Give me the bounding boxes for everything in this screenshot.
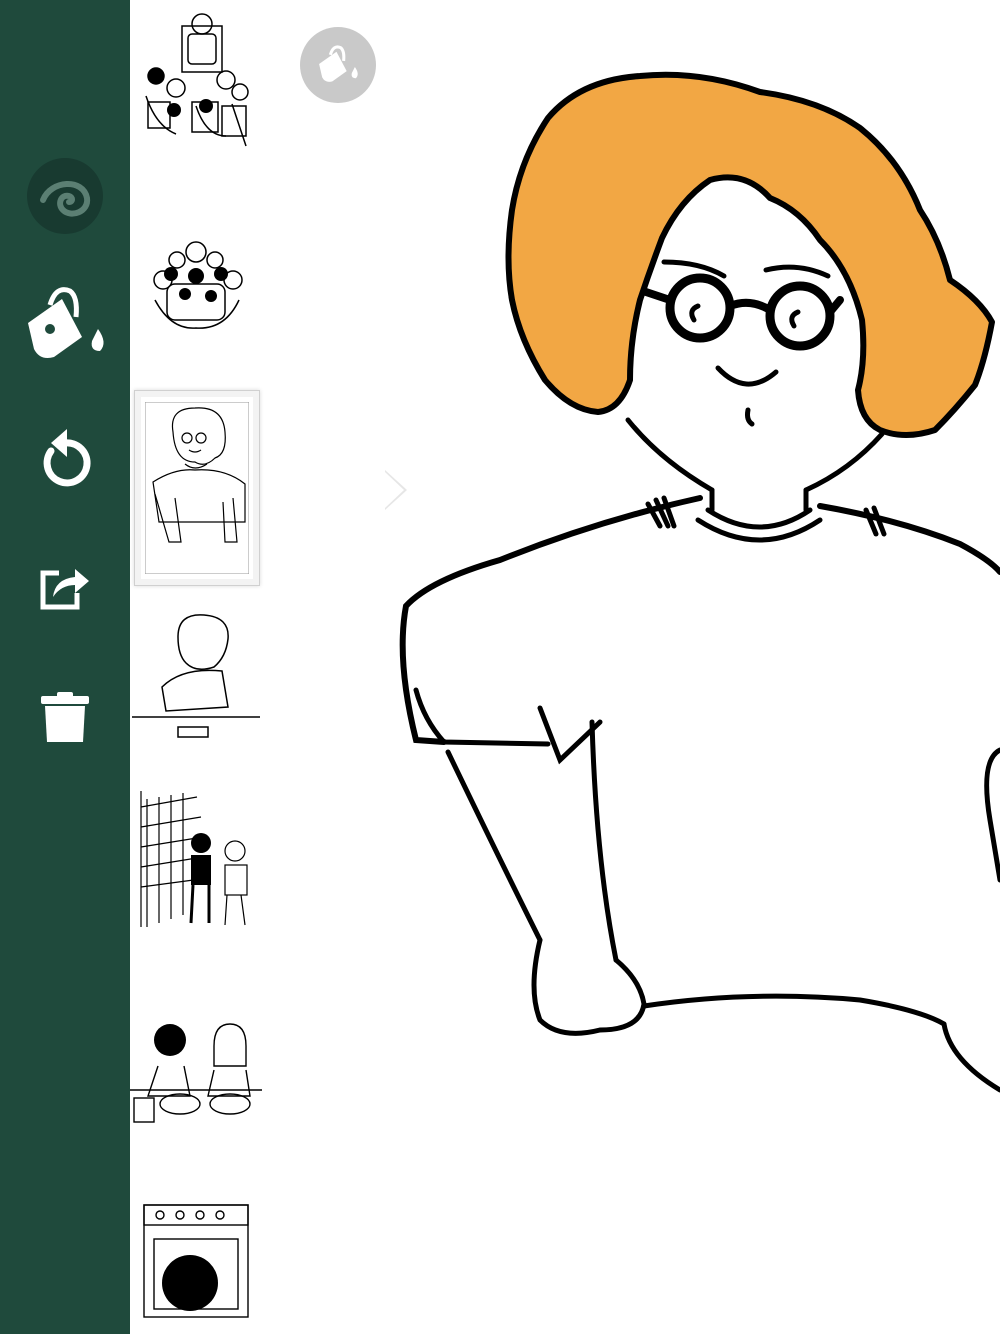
trash-icon <box>41 692 89 742</box>
delete-button[interactable] <box>0 690 130 746</box>
logo-button[interactable] <box>0 158 130 234</box>
coloring-canvas[interactable] <box>262 0 1000 1334</box>
coloring-illustration <box>399 71 1000 1093</box>
spiral-logo-icon <box>27 158 103 234</box>
thumbnail-image <box>145 402 249 574</box>
paint-bucket-button[interactable] <box>0 285 130 365</box>
share-icon <box>40 569 89 610</box>
undo-button[interactable] <box>0 425 130 489</box>
toolbar-sidebar <box>0 0 130 1334</box>
thumbnail-image <box>130 1023 262 1123</box>
thumbnail-image <box>132 614 260 738</box>
face-left-jaw <box>625 417 715 493</box>
thumbnail-image <box>143 1204 249 1318</box>
thumbnail-image <box>153 241 243 329</box>
page-thumbnail-selected[interactable] <box>134 390 260 586</box>
page-thumbnail[interactable] <box>130 990 262 1140</box>
hair-region <box>505 71 995 438</box>
share-button[interactable] <box>0 560 130 612</box>
thumbnail-image <box>145 13 249 147</box>
page-thumbnail[interactable] <box>130 210 262 360</box>
paint-bucket-icon <box>28 287 104 358</box>
page-thumbnail[interactable] <box>130 605 262 755</box>
thumbnail-image <box>140 791 248 927</box>
page-thumbnail[interactable] <box>130 4 262 154</box>
undo-icon <box>43 429 91 487</box>
page-strip[interactable] <box>130 0 407 1335</box>
page-thumbnail[interactable] <box>130 1185 262 1335</box>
page-thumbnail[interactable] <box>130 785 262 935</box>
face-right-jaw <box>803 431 885 493</box>
